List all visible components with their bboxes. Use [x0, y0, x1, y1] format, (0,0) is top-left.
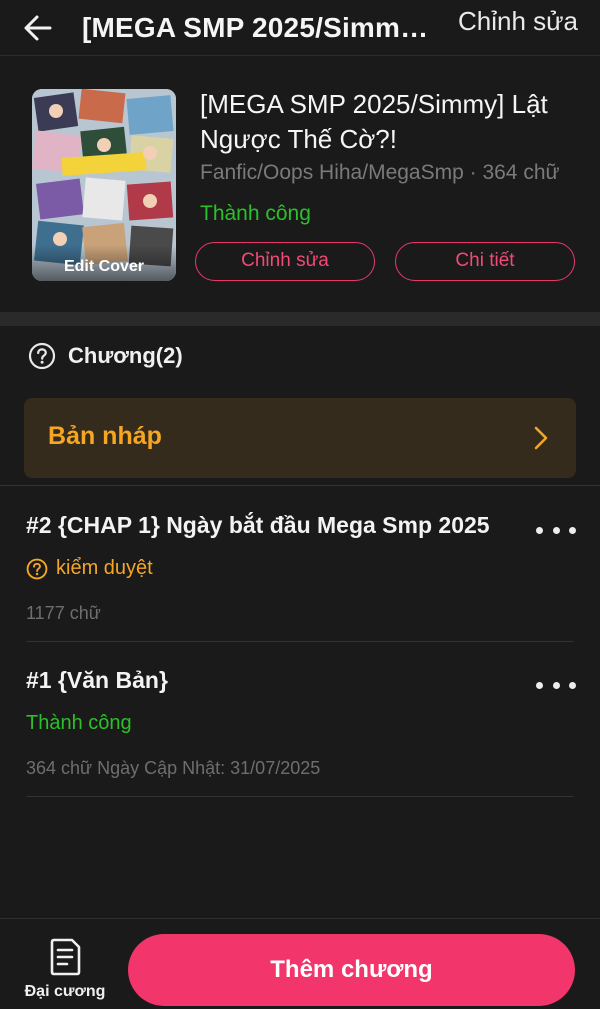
edit-story-button[interactable]: Chỉnh sửa: [195, 242, 375, 281]
chevron-right-icon: [534, 426, 548, 450]
dot: [569, 681, 576, 689]
story-cover[interactable]: Edit Cover: [32, 89, 176, 281]
outline-label: Đại cương: [24, 983, 106, 1000]
dot: [569, 526, 576, 534]
page-title: [MEGA SMP 2025/Simmy] Lật Ngược Thế Cờ?!: [82, 11, 432, 43]
dot: [552, 526, 560, 534]
document-icon: [50, 938, 81, 976]
chapter-meta: 364 chữ Ngày Cập Nhật: 31/07/2025: [26, 758, 321, 778]
chapters-count-label: Chương(2): [68, 343, 183, 368]
chapters-heading: Chương(2): [28, 342, 183, 370]
chapter-status: kiểm duyệt: [26, 557, 153, 580]
dot: [552, 681, 560, 689]
chapter-status-label: kiểm duyệt: [56, 557, 153, 579]
edit-story-link[interactable]: Chỉnh sửa: [458, 6, 578, 37]
story-detail-button[interactable]: Chi tiết: [395, 242, 575, 281]
chapter-row[interactable]: #2 {CHAP 1} Ngày bắt đầu Mega Smp 2025 k…: [0, 512, 600, 667]
top-bar: [MEGA SMP 2025/Simmy] Lật Ngược Thế Cờ?!…: [0, 0, 600, 56]
outline-button[interactable]: Đại cương: [20, 936, 110, 1006]
section-divider: [0, 312, 600, 326]
help-circle-icon: [26, 558, 48, 579]
dot: [536, 526, 543, 534]
story-status: Thành công: [200, 202, 311, 225]
story-summary: Edit Cover [MEGA SMP 2025/Simmy] Lật Ngư…: [0, 57, 600, 312]
arrow-left-icon: [24, 15, 52, 40]
chapter-row[interactable]: #1 {Văn Bản} Thành công 364 chữ Ngày Cập…: [0, 667, 600, 822]
edit-cover-label: Edit Cover: [32, 245, 176, 281]
story-meta: Fanfic/Oops Hiha/MegaSmp · 364 chữ: [200, 161, 560, 184]
add-chapter-button[interactable]: Thêm chương: [128, 934, 575, 1006]
chapter-title: #1 {Văn Bản}: [26, 667, 168, 693]
divider: [0, 485, 600, 486]
chapter-meta: 1177 chữ: [26, 603, 101, 623]
chapter-title: #2 {CHAP 1} Ngày bắt đầu Mega Smp 2025: [26, 512, 490, 538]
divider: [26, 796, 574, 797]
divider: [26, 641, 574, 642]
more-options-button[interactable]: [536, 518, 576, 542]
chapter-status-label: Thành công: [26, 712, 132, 734]
more-options-button[interactable]: [536, 673, 576, 697]
dot: [536, 681, 543, 689]
help-circle-icon[interactable]: [28, 342, 56, 370]
chapter-status: Thành công: [26, 712, 132, 735]
bottom-bar-divider: [0, 918, 600, 919]
story-title: [MEGA SMP 2025/Simmy] Lật Ngược Thế Cờ?!: [200, 89, 548, 154]
draft-entry[interactable]: Bản nháp: [24, 398, 576, 478]
draft-label: Bản nháp: [48, 422, 162, 450]
back-button[interactable]: [8, 6, 68, 50]
